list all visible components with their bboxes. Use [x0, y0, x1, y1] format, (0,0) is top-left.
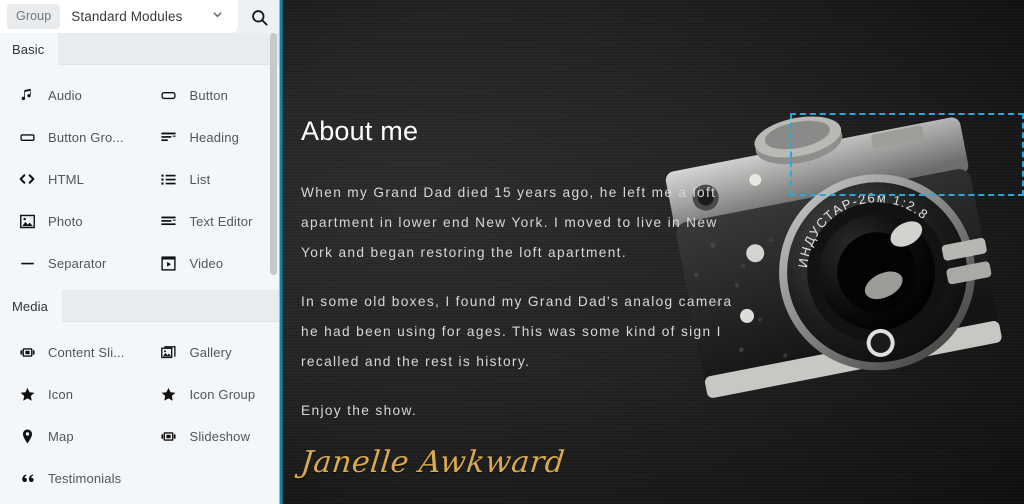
- module-item-map[interactable]: Map: [0, 415, 142, 457]
- module-item-video[interactable]: Video: [142, 242, 284, 284]
- module-item-slideshow[interactable]: Slideshow: [142, 415, 284, 457]
- module-item-label: Video: [189, 255, 224, 271]
- button-group-icon: [18, 128, 36, 146]
- module-item-icon[interactable]: Icon: [0, 373, 142, 415]
- signature-text: Janelle Awkward: [299, 445, 567, 480]
- audio-note-icon: [18, 86, 36, 104]
- tab-media[interactable]: Media: [0, 290, 62, 322]
- module-item-label: Text Editor: [189, 213, 253, 229]
- bullet-list-icon: [160, 170, 178, 188]
- module-item-label: Map: [48, 428, 74, 444]
- group-selected-value: Standard Modules: [71, 9, 183, 24]
- module-item-label: Content Sli...: [48, 344, 125, 360]
- module-item-label: Audio: [48, 87, 82, 103]
- star-group-icon: [160, 385, 178, 403]
- module-item-label: Gallery: [189, 344, 232, 360]
- module-item-content-slider[interactable]: Content Sli...: [0, 331, 142, 373]
- editor-root: Group Standard Modules Basic Audio Butto…: [0, 0, 1024, 504]
- map-pin-icon: [18, 427, 36, 445]
- module-item-text-editor[interactable]: Text Editor: [142, 200, 284, 242]
- group-label: Group: [7, 4, 61, 29]
- module-item-label: HTML: [48, 171, 84, 187]
- tab-basic[interactable]: Basic: [0, 33, 59, 65]
- module-item-photo[interactable]: Photo: [0, 200, 142, 242]
- tab-basic-label: Basic: [12, 41, 45, 57]
- module-item-label: Photo: [48, 213, 83, 229]
- module-item-testimonials[interactable]: Testimonials: [0, 457, 142, 499]
- module-item-icon-group[interactable]: Icon Group: [142, 373, 284, 415]
- module-item-audio[interactable]: Audio: [0, 74, 142, 116]
- module-item-label: Button: [189, 87, 228, 103]
- button-rounded-icon: [160, 86, 178, 104]
- module-item-label: Separator: [48, 255, 107, 271]
- page-canvas: ИНДУСТАР-26м 1:2.8 About me When my Gran…: [283, 0, 1024, 504]
- modules-panel: Group Standard Modules Basic Audio Butto…: [0, 0, 283, 504]
- module-item-list[interactable]: List: [142, 158, 284, 200]
- about-content: About me When my Grand Dad died 15 years…: [299, 0, 771, 504]
- panel-scrollbar-thumb[interactable]: [270, 33, 277, 275]
- heading-lines-icon: [160, 128, 178, 146]
- module-grid-media: Content Sli... Gallery Icon Icon Group M…: [0, 322, 283, 504]
- slideshow-icon: [160, 427, 178, 445]
- module-item-label: Heading: [189, 129, 239, 145]
- gallery-stack-icon: [160, 343, 178, 361]
- module-item-label: List: [189, 171, 211, 187]
- quote-marks-icon: [18, 469, 36, 487]
- panel-toolbar: Group Standard Modules: [0, 0, 283, 33]
- photo-image-icon: [18, 212, 36, 230]
- tab-media-label: Media: [12, 298, 48, 314]
- section-tabstrip-media: Media: [0, 290, 283, 322]
- panel-scrollbar[interactable]: [270, 33, 277, 504]
- page-title: About me: [301, 116, 419, 146]
- module-item-separator[interactable]: Separator: [0, 242, 142, 284]
- section-tabstrip-basic: Basic: [0, 33, 283, 65]
- star-icon: [18, 385, 36, 403]
- group-select[interactable]: Group Standard Modules: [0, 0, 238, 33]
- video-clapper-icon: [160, 254, 178, 272]
- module-item-label: Icon Group: [189, 386, 256, 402]
- about-paragraph-2: In some old boxes, I found my Grand Dad'…: [301, 294, 733, 369]
- module-item-button-group[interactable]: Button Gro...: [0, 116, 142, 158]
- separator-dash-icon: [18, 254, 36, 272]
- text-editor-icon: [160, 212, 178, 230]
- about-paragraph-3: Enjoy the show.: [301, 403, 418, 418]
- search-icon[interactable]: [246, 4, 272, 30]
- module-item-heading[interactable]: Heading: [142, 116, 284, 158]
- module-grid-basic: Audio Button Button Gro... Heading HTML …: [0, 65, 283, 290]
- module-item-label: Icon: [48, 386, 74, 402]
- about-paragraph-1: When my Grand Dad died 15 years ago, he …: [301, 185, 718, 260]
- module-item-label: Testimonials: [48, 470, 122, 486]
- code-brackets-icon: [18, 170, 36, 188]
- module-item-button[interactable]: Button: [142, 74, 284, 116]
- module-item-html[interactable]: HTML: [0, 158, 142, 200]
- module-item-gallery[interactable]: Gallery: [142, 331, 284, 373]
- module-item-label: Button Gro...: [48, 129, 124, 145]
- content-slider-icon: [18, 343, 36, 361]
- module-item-label: Slideshow: [189, 428, 251, 444]
- chevron-down-icon[interactable]: [211, 8, 224, 26]
